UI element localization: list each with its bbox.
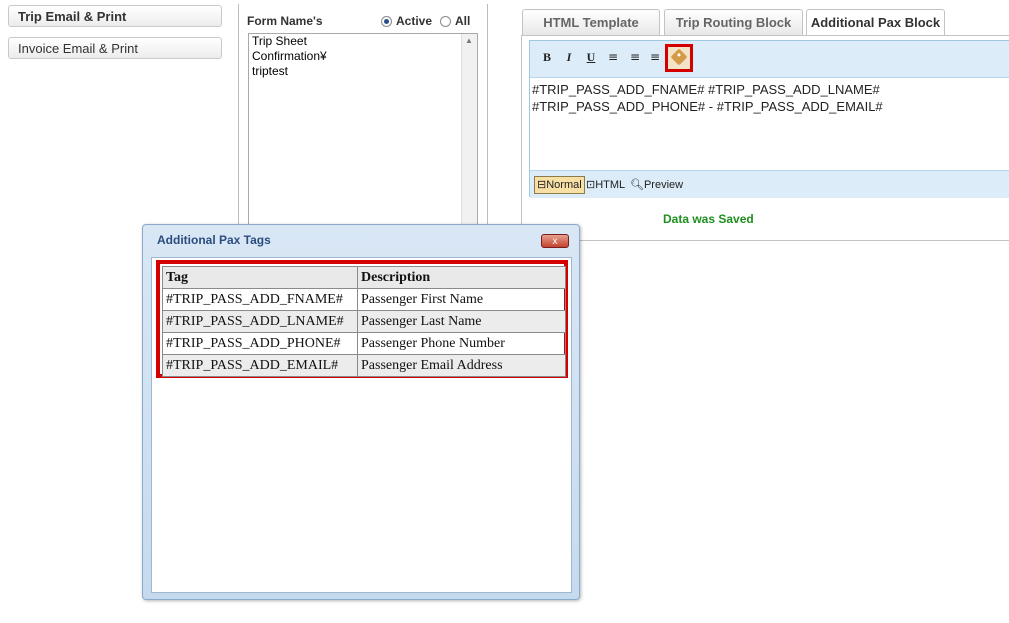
editor-line: #TRIP_PASS_ADD_FNAME# #TRIP_PASS_ADD_LNA… (532, 82, 880, 97)
radio-unselected-icon[interactable] (440, 15, 451, 27)
editor-mode-bar: ⊟Normal ⊡HTML 🔍︎Preview (530, 170, 1009, 198)
additional-pax-tags-dialog: Additional Pax Tags x Tag Description #T… (142, 224, 580, 600)
align-right-icon[interactable]: ≡ (646, 48, 664, 66)
bold-button[interactable]: B (538, 48, 556, 66)
underline-button[interactable]: U (582, 48, 600, 66)
editor-toolbar: B I U ≡ ≡ ≡ (530, 41, 1009, 78)
tab-additional-pax-block[interactable]: Additional Pax Block (806, 9, 945, 36)
editor-line: #TRIP_PASS_ADD_PHONE# - #TRIP_PASS_ADD_E… (532, 99, 883, 114)
filter-active-radio[interactable]: Active (381, 14, 432, 28)
form-names-panel: Form Name's Active All Trip Sheet Confir… (238, 4, 488, 226)
list-item[interactable]: Confirmation¥ (249, 49, 477, 64)
italic-button[interactable]: I (560, 48, 578, 66)
tag-icon (670, 48, 688, 66)
tags-table-highlight: Tag Description #TRIP_PASS_ADD_FNAME# Pa… (156, 260, 568, 378)
mode-html-label: HTML (595, 179, 626, 191)
dialog-body: Tag Description #TRIP_PASS_ADD_FNAME# Pa… (151, 257, 572, 593)
scroll-up-icon[interactable]: ▲ (465, 36, 473, 45)
tab-html-template[interactable]: HTML Template (522, 9, 660, 35)
table-header-row: Tag Description (162, 266, 566, 289)
table-row: #TRIP_PASS_ADD_FNAME# Passenger First Na… (162, 288, 566, 311)
filter-active-label: Active (396, 14, 433, 28)
column-header-tag: Tag (162, 266, 358, 289)
list-item[interactable]: triptest (249, 64, 477, 79)
tags-table: Tag Description #TRIP_PASS_ADD_FNAME# Pa… (162, 266, 566, 377)
radio-selected-icon[interactable] (381, 15, 392, 27)
sidebar-item-trip-email-print[interactable]: Trip Email & Print (8, 5, 222, 27)
sidebar-item-invoice-email-print[interactable]: Invoice Email & Print (8, 37, 222, 59)
column-header-description: Description (357, 266, 566, 289)
mode-html-button[interactable]: ⊡HTML (586, 177, 625, 193)
filter-all-label: All (455, 14, 471, 28)
mode-normal-label: Normal (546, 179, 582, 191)
html-icon: ⊡ (586, 179, 596, 191)
description-cell: Passenger First Name (357, 288, 566, 311)
rich-text-editor: B I U ≡ ≡ ≡ #TRIP_PASS_ADD_FNAME# #TRIP_… (529, 40, 1009, 198)
list-scrollbar[interactable]: ▲ (461, 34, 477, 224)
tag-cell: #TRIP_PASS_ADD_EMAIL# (162, 354, 358, 377)
description-cell: Passenger Last Name (357, 310, 566, 333)
close-icon[interactable]: x (541, 234, 569, 248)
editor-content[interactable]: #TRIP_PASS_ADD_FNAME# #TRIP_PASS_ADD_LNA… (532, 81, 883, 115)
normal-icon: ⊟ (537, 179, 547, 191)
table-row: #TRIP_PASS_ADD_LNAME# Passenger Last Nam… (162, 310, 566, 333)
form-names-list[interactable]: Trip Sheet Confirmation¥ triptest ▲ (248, 33, 478, 225)
dialog-title: Additional Pax Tags (157, 233, 271, 247)
tag-cell: #TRIP_PASS_ADD_LNAME# (162, 310, 358, 333)
status-message: Data was Saved (663, 212, 754, 226)
align-left-icon[interactable]: ≡ (604, 48, 622, 66)
tag-cell: #TRIP_PASS_ADD_FNAME# (162, 288, 358, 311)
form-names-title: Form Name's (247, 14, 323, 28)
description-cell: Passenger Phone Number (357, 332, 566, 355)
align-center-icon[interactable]: ≡ (626, 48, 644, 66)
insert-tag-button[interactable] (665, 44, 693, 72)
tab-trip-routing-block[interactable]: Trip Routing Block (664, 9, 803, 35)
description-cell: Passenger Email Address (357, 354, 566, 377)
filter-all-radio[interactable]: All (440, 14, 470, 28)
mode-preview-label: Preview (643, 179, 684, 191)
magnifier-icon: 🔍︎ (630, 179, 644, 191)
mode-normal-button[interactable]: ⊟Normal (534, 176, 585, 194)
table-row: #TRIP_PASS_ADD_EMAIL# Passenger Email Ad… (162, 354, 566, 377)
table-row: #TRIP_PASS_ADD_PHONE# Passenger Phone Nu… (162, 332, 566, 355)
list-item[interactable]: Trip Sheet (249, 34, 477, 49)
tag-cell: #TRIP_PASS_ADD_PHONE# (162, 332, 358, 355)
mode-preview-button[interactable]: 🔍︎Preview (630, 177, 683, 193)
